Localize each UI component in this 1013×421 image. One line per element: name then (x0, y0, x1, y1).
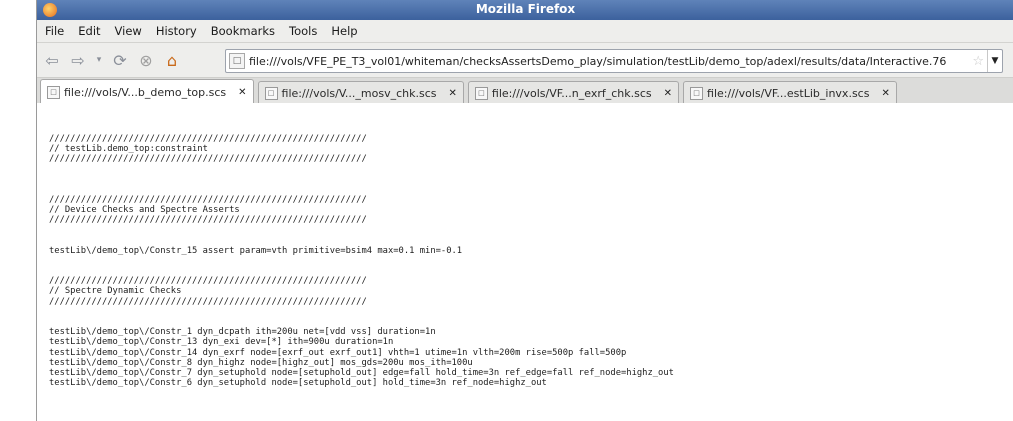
home-icon[interactable]: ⌂ (161, 49, 183, 71)
page-icon: □ (474, 86, 488, 100)
text-line: testLib\/demo_top\/Constr_6 dyn_setuphol… (49, 378, 547, 389)
text-line: testLib\/demo_top\/Constr_8 dyn_highz no… (49, 357, 473, 368)
window-title: Mozilla Firefox (475, 2, 576, 16)
menu-tools[interactable]: Tools (289, 24, 317, 38)
text-line (49, 164, 1013, 174)
url-dropdown-icon[interactable]: ▼ (987, 50, 1002, 72)
text-line (49, 225, 1013, 235)
tab-demo-top[interactable]: □ file:///vols/V...b_demo_top.scs ✕ (40, 79, 254, 104)
menu-bar: File Edit View History Bookmarks Tools H… (37, 20, 1013, 43)
tab-label: file:///vols/VF...estLib_invx.scs (707, 86, 870, 100)
close-icon[interactable]: ✕ (881, 88, 889, 99)
close-icon[interactable]: ✕ (238, 87, 246, 98)
close-icon[interactable]: ✕ (449, 88, 457, 99)
forward-arrow-icon[interactable]: ⇨ (67, 49, 89, 71)
file-text: ////////////////////////////////////////… (49, 103, 1013, 389)
text-line (49, 256, 1013, 266)
text-line: // Device Checks and Spectre Asserts (49, 204, 240, 215)
history-dropdown-icon[interactable]: ▾ (93, 49, 105, 71)
text-line (49, 266, 1013, 276)
title-bar: Mozilla Firefox (37, 0, 1013, 20)
text-line: // Spectre Dynamic Checks (49, 286, 182, 297)
text-line: ////////////////////////////////////////… (49, 215, 367, 226)
close-icon[interactable]: ✕ (664, 88, 672, 99)
menu-help[interactable]: Help (331, 24, 357, 38)
page-icon: □ (264, 86, 278, 100)
text-line: testLib\/demo_top\/Constr_7 dyn_setuphol… (49, 367, 674, 378)
text-line (49, 103, 1013, 113)
menu-bookmarks[interactable]: Bookmarks (211, 24, 275, 38)
tab-label: file:///vols/V..._mosv_chk.scs (281, 86, 437, 100)
text-line (49, 123, 1013, 133)
text-line: ////////////////////////////////////////… (49, 296, 367, 307)
text-line: ////////////////////////////////////////… (49, 153, 367, 164)
text-line: ////////////////////////////////////////… (49, 276, 367, 287)
tab-label: file:///vols/V...b_demo_top.scs (64, 85, 227, 99)
menu-file[interactable]: File (45, 24, 64, 38)
tab-exrf-chk[interactable]: □ file:///vols/VF...n_exrf_chk.scs ✕ (467, 81, 680, 104)
menu-view[interactable]: View (115, 24, 142, 38)
text-line: // testLib.demo_top:constraint (49, 143, 208, 154)
url-input[interactable] (249, 54, 973, 68)
text-line (49, 185, 1013, 195)
stop-icon[interactable]: ⊗ (135, 49, 157, 71)
text-line: testLib\/demo_top\/Constr_14 dyn_exrf no… (49, 347, 627, 358)
text-line: ////////////////////////////////////////… (49, 194, 367, 205)
text-line (49, 235, 1013, 245)
reload-icon[interactable]: ⟳ (109, 49, 131, 71)
tab-mosv-chk[interactable]: □ file:///vols/V..._mosv_chk.scs ✕ (257, 81, 464, 104)
text-line: testLib\/demo_top\/Constr_13 dyn_exi dev… (49, 337, 394, 348)
tab-invx[interactable]: □ file:///vols/VF...estLib_invx.scs ✕ (683, 81, 897, 104)
text-line (49, 317, 1013, 327)
bookmark-star-icon[interactable]: ☆ (972, 54, 984, 69)
menu-edit[interactable]: Edit (78, 24, 100, 38)
text-line: testLib\/demo_top\/Constr_1 dyn_dcpath i… (49, 327, 436, 338)
page-icon: □ (229, 53, 245, 69)
page-icon: □ (690, 86, 704, 100)
back-arrow-icon[interactable]: ⇦ (41, 49, 63, 71)
text-line: testLib\/demo_top\/Constr_15 assert para… (49, 245, 463, 256)
text-line (49, 307, 1013, 317)
text-line (49, 174, 1013, 184)
text-line: ////////////////////////////////////////… (49, 133, 367, 144)
page-content: ////////////////////////////////////////… (37, 103, 1013, 421)
navigation-toolbar: ⇦ ⇨ ▾ ⟳ ⊗ ⌂ □ ☆ ▼ (37, 43, 1013, 78)
tab-strip: □ file:///vols/V...b_demo_top.scs ✕ □ fi… (37, 78, 1013, 105)
text-line (49, 113, 1013, 123)
menu-history[interactable]: History (156, 24, 197, 38)
tab-label: file:///vols/VF...n_exrf_chk.scs (491, 86, 652, 100)
browser-window: Mozilla Firefox File Edit View History B… (36, 0, 1013, 421)
url-bar[interactable]: □ ☆ ▼ (225, 49, 1003, 73)
page-icon: □ (47, 85, 60, 99)
